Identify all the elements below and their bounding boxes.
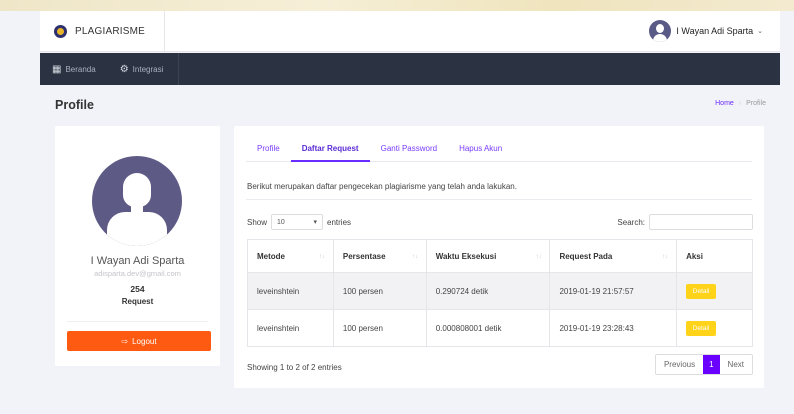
column-header-label: Waktu Eksekusi (435, 251, 497, 261)
entries-select-value: 10 (277, 218, 285, 226)
profile-name: I Wayan Adi Sparta (90, 255, 185, 267)
brand[interactable]: PLAGIARISME (40, 11, 165, 51)
cell-aksi: Detail (676, 309, 753, 347)
cell-aksi: Detail (676, 272, 753, 310)
grid-icon: ▦ (52, 63, 62, 75)
request-count: 254 (130, 284, 145, 294)
request-table: Metode ↑↓ Persentase ↑↓ Waktu Eksekusi ↑↓ R… (247, 239, 753, 347)
sort-icon: ↑↓ (318, 254, 325, 260)
main-navbar: ▦ Beranda ⚙ Integrasi (40, 53, 780, 85)
logout-label: Logout (132, 336, 157, 346)
entries-label: entries (327, 217, 352, 227)
column-header-label: Request Pada (559, 251, 613, 261)
detail-button[interactable]: Detail (686, 320, 717, 336)
show-label: Show (247, 217, 268, 227)
search-input[interactable] (649, 214, 753, 230)
cell-waktu-eksekusi: 0.290724 detik (425, 272, 551, 310)
search-control: Search: (617, 214, 753, 230)
tab-hapus-akun[interactable]: Hapus Akun (448, 140, 513, 162)
cell-persentase: 100 persen (332, 272, 427, 310)
previous-page-button[interactable]: Previous (656, 355, 703, 374)
chevron-down-icon: ⌄ (757, 28, 763, 35)
cell-request-pada: 2019-01-19 23:28:43 (549, 309, 678, 347)
cell-waktu-eksekusi: 0.000808001 detik (425, 309, 551, 347)
logout-button[interactable]: ⇨ Logout (67, 331, 211, 351)
table-info: Showing 1 to 2 of 2 entries (247, 363, 342, 372)
breadcrumb: Home › Profile (715, 100, 766, 107)
caret-down-icon: ▾ (313, 219, 318, 226)
profile-tabs: Profile Daftar Request Ganti Password Ha… (246, 140, 752, 162)
table-header-row: Metode ↑↓ Persentase ↑↓ Waktu Eksekusi ↑↓ R… (247, 239, 753, 273)
top-decorative-strip (0, 0, 794, 11)
tab-profile[interactable]: Profile (246, 140, 291, 162)
column-header-aksi: Aksi (676, 239, 753, 273)
sign-out-icon: ⇨ (121, 336, 129, 346)
nav-item-label: Beranda (65, 64, 96, 74)
request-count-label: Request (121, 297, 154, 306)
user-menu[interactable]: I Wayan Adi Sparta ⌄ (649, 20, 763, 42)
entries-select[interactable]: 10 ▾ (271, 214, 324, 230)
sort-icon: ↑↓ (411, 254, 418, 260)
cogs-icon: ⚙ (119, 63, 129, 75)
user-avatar-icon (649, 20, 672, 42)
sort-icon: ↑↓ (535, 254, 542, 260)
divider (67, 321, 208, 322)
cell-request-pada: 2019-01-19 21:57:57 (549, 272, 678, 310)
sort-icon: ↑↓ (662, 254, 669, 260)
university-logo-icon (54, 24, 67, 38)
profile-email: adisparta.dev@gmail.com (94, 269, 181, 278)
table-row: leveinshtein 100 persen 0.000808001 deti… (247, 309, 753, 347)
cell-metode: leveinshtein (247, 309, 334, 347)
column-header-metode[interactable]: Metode ↑↓ (247, 239, 334, 273)
breadcrumb-current: Profile (746, 100, 766, 107)
search-label: Search: (617, 217, 645, 227)
column-header-persentase[interactable]: Persentase ↑↓ (332, 239, 427, 273)
cell-metode: leveinshtein (247, 272, 334, 310)
page-title: Profile (55, 98, 94, 112)
detail-button[interactable]: Detail (686, 283, 717, 299)
nav-item-label: Integrasi (132, 64, 164, 74)
column-header-request-pada[interactable]: Request Pada ↑↓ (549, 239, 678, 273)
next-page-button[interactable]: Next (720, 355, 752, 374)
tab-ganti-password[interactable]: Ganti Password (370, 140, 448, 162)
divider (246, 199, 752, 200)
top-header: PLAGIARISME I Wayan Adi Sparta ⌄ (40, 11, 780, 52)
intro-text: Berikut merupakan daftar pengecekan plag… (247, 182, 517, 191)
page-1-button[interactable]: 1 (703, 355, 720, 374)
pagination: Previous 1 Next (654, 354, 753, 375)
breadcrumb-home-link[interactable]: Home (715, 100, 734, 107)
table-row: leveinshtein 100 persen 0.290724 detik 2… (247, 272, 753, 310)
brand-name: PLAGIARISME (75, 25, 145, 37)
tab-daftar-request[interactable]: Daftar Request (290, 140, 370, 162)
column-header-waktu-eksekusi[interactable]: Waktu Eksekusi ↑↓ (425, 239, 551, 273)
profile-card: I Wayan Adi Sparta adisparta.dev@gmail.c… (55, 126, 220, 366)
page-size-control: Show 10 ▾ entries (247, 214, 351, 230)
user-name: I Wayan Adi Sparta (676, 26, 754, 36)
nav-divider (178, 53, 180, 85)
column-header-label: Aksi (686, 251, 703, 261)
cell-persentase: 100 persen (332, 309, 427, 347)
profile-avatar-icon (92, 156, 182, 246)
column-header-label: Metode (257, 251, 285, 261)
request-list-card: Profile Daftar Request Ganti Password Ha… (234, 126, 764, 388)
nav-item-beranda[interactable]: ▦ Beranda (40, 53, 108, 85)
nav-item-integrasi[interactable]: ⚙ Integrasi (108, 53, 176, 85)
column-header-label: Persentase (342, 251, 386, 261)
breadcrumb-separator: › (738, 100, 742, 107)
